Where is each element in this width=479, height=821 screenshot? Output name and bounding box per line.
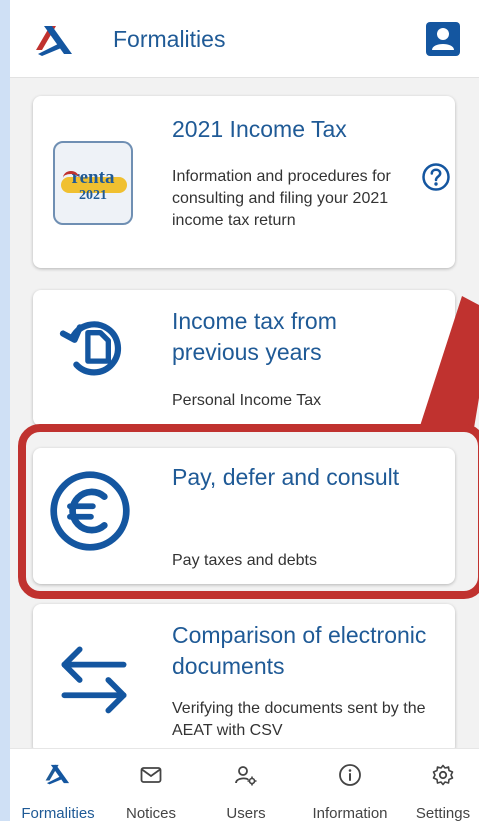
annotation-arrow [420, 296, 479, 428]
annotation-highlight-box [18, 424, 479, 599]
